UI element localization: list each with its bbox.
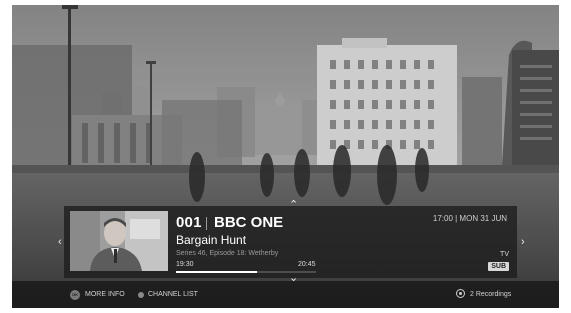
footer-bar: OK MORE INFO CHANNEL LIST 2 Recordings — [12, 281, 559, 308]
programme-description: Series 46, Episode 18: Wetherby — [176, 250, 279, 257]
tv-screen: ⌃ 001 BBC ONE Bargain Hunt Series 46, Ep… — [12, 5, 559, 308]
end-time: 20:45 — [298, 261, 316, 268]
recordings-count[interactable]: 2 Recordings — [470, 291, 511, 298]
start-time: 19:30 — [176, 261, 194, 268]
recordings-icon[interactable] — [456, 289, 465, 298]
chevron-right-icon[interactable]: › — [521, 237, 525, 248]
channel-info-banner: 001 BBC ONE Bargain Hunt Series 46, Epis… — [64, 206, 517, 278]
clock-date: 17:00 | MON 31 JUN — [432, 214, 507, 223]
more-info-label[interactable]: MORE INFO — [85, 291, 125, 298]
progress-fill — [176, 271, 258, 273]
chevron-left-icon[interactable]: ‹ — [58, 237, 62, 248]
programme-thumbnail — [70, 211, 168, 271]
channel-number: 001 — [176, 214, 202, 231]
tv-label: TV — [500, 251, 509, 258]
ok-button-icon[interactable]: OK — [70, 290, 80, 300]
programme-title: Bargain Hunt — [176, 233, 247, 247]
channel-list-icon[interactable] — [138, 292, 144, 298]
divider — [206, 217, 207, 230]
subtitles-badge: SUB — [488, 262, 509, 271]
channel-list-label[interactable]: CHANNEL LIST — [148, 291, 198, 298]
channel-name: BBC ONE — [214, 214, 284, 231]
